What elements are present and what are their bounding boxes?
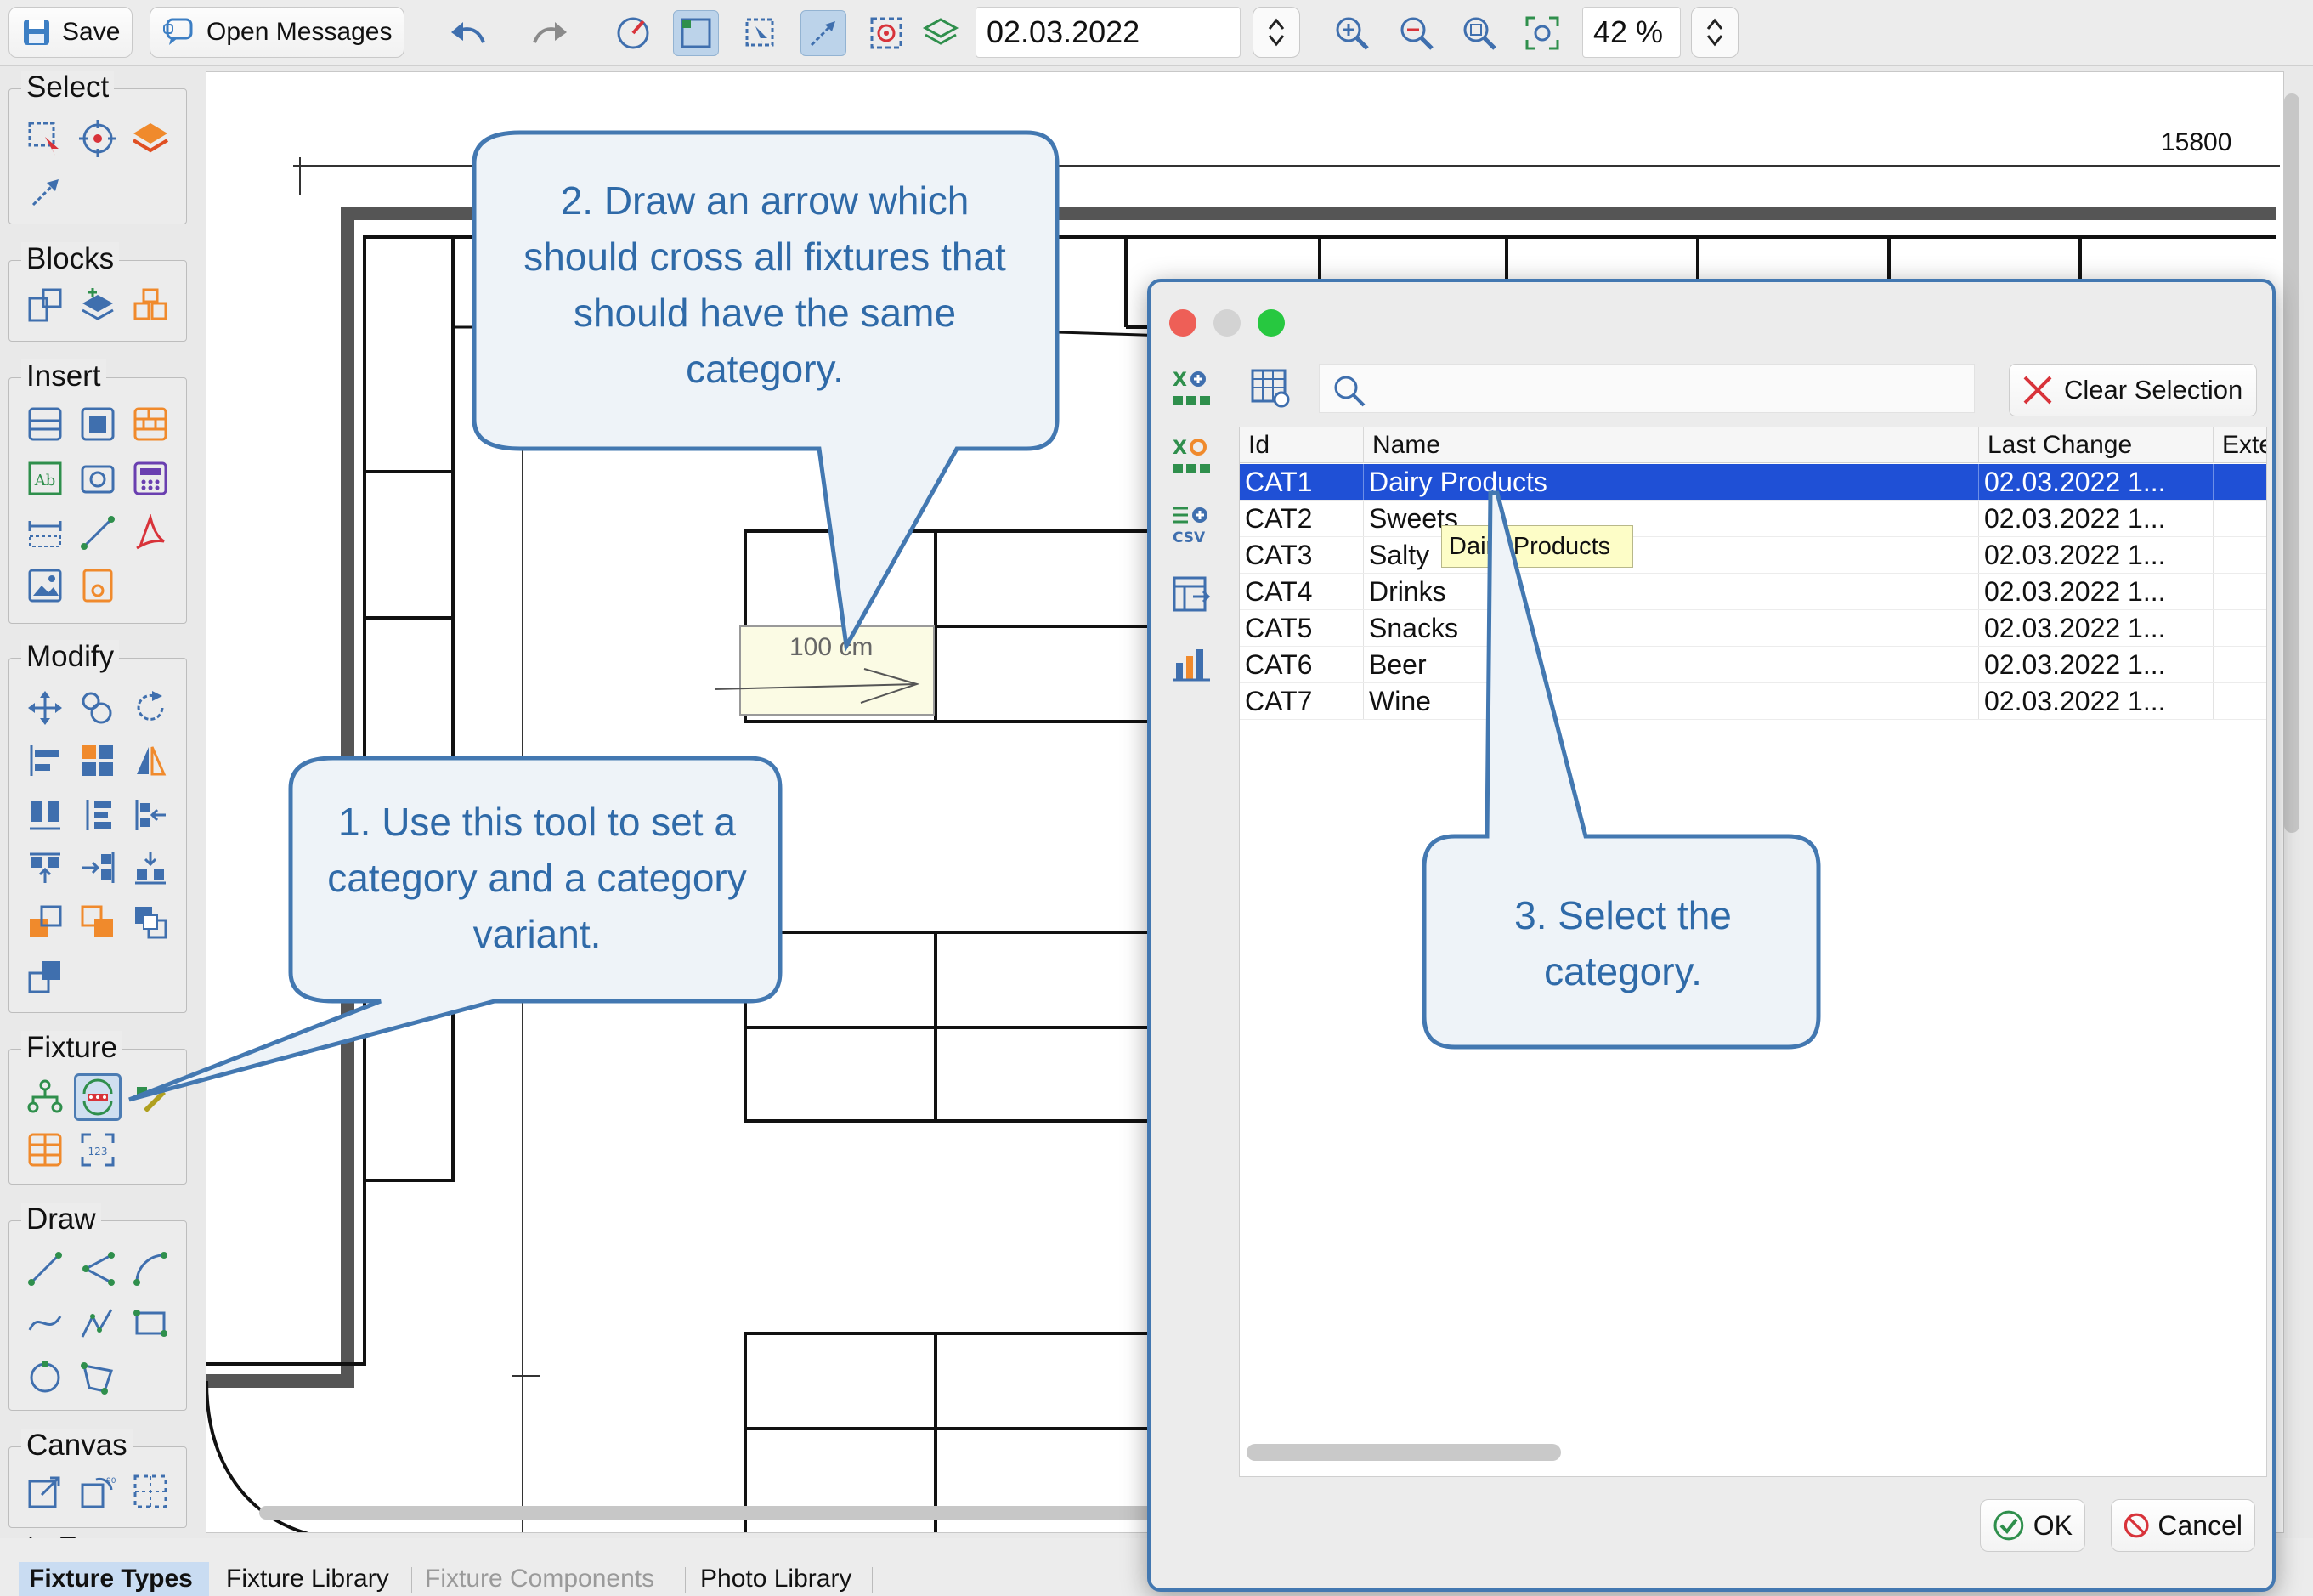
callout-step-1: 1. Use this tool to set a category and a… [327,800,747,956]
callout-step-2: 2. Draw an arrow which should cross all … [523,178,1006,391]
callout-step-3: 3. Select the category. [1514,893,1732,993]
